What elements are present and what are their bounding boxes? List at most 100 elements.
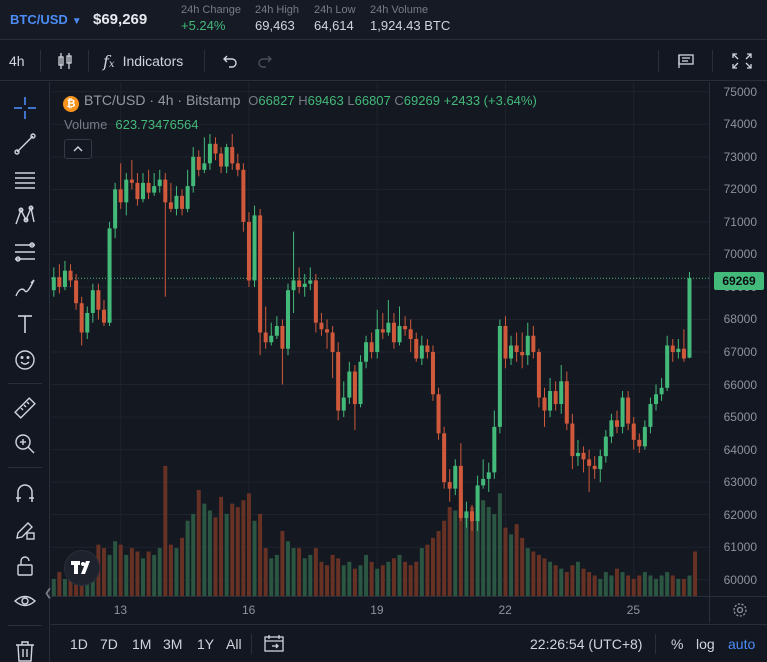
- range-1d[interactable]: 1D: [70, 636, 88, 652]
- candle-body: [648, 404, 653, 427]
- unlock-icon: [17, 556, 33, 576]
- crosshair-tool[interactable]: [11, 94, 39, 122]
- volume-bar: [581, 568, 586, 596]
- candle-body: [614, 420, 619, 427]
- text-tool[interactable]: [11, 310, 39, 338]
- pattern-tool[interactable]: [11, 202, 39, 230]
- candle-body: [553, 391, 558, 405]
- lock-tool[interactable]: [11, 552, 39, 580]
- undo-icon: [223, 55, 237, 68]
- volume-value: 623.73476564: [115, 117, 199, 132]
- trash-icon: [16, 641, 34, 662]
- candle-body: [196, 156, 201, 170]
- price-tick-label: 72000: [723, 182, 757, 197]
- bottom-bar: 1D 7D 1M 3M 1Y All 22:26:54 (UTC+8) % lo…: [51, 624, 767, 662]
- axis-settings[interactable]: [709, 596, 767, 623]
- candle-body: [587, 459, 592, 466]
- volume-bar: [219, 496, 224, 596]
- candle-body: [308, 280, 313, 284]
- stat-24h-change: 24h Change +5.24%: [181, 4, 241, 33]
- trend-line-tool[interactable]: [11, 130, 39, 158]
- symbol-label: BTC/USD: [10, 12, 68, 27]
- volume-bar: [274, 554, 279, 596]
- magnet-tool[interactable]: [11, 480, 39, 508]
- stat-value: +5.24%: [181, 18, 226, 33]
- measure-tool[interactable]: [11, 394, 39, 422]
- visibility-tool[interactable]: [11, 587, 39, 615]
- brush-tool[interactable]: [11, 274, 39, 302]
- volume-bar: [191, 513, 196, 596]
- candle-body: [274, 325, 279, 336]
- volume-bar: [369, 561, 374, 596]
- candle-body: [347, 371, 352, 398]
- candle-body: [570, 423, 575, 457]
- time-tick-label: 25: [626, 603, 641, 617]
- candle-body: [559, 381, 564, 405]
- symbol-selector[interactable]: BTC/USD ▼: [10, 12, 82, 27]
- range-1y[interactable]: 1Y: [197, 636, 214, 652]
- chart-pane[interactable]: [51, 82, 709, 596]
- volume-bar: [615, 568, 619, 596]
- fib-tool[interactable]: [11, 238, 39, 266]
- tradingview-logo[interactable]: [64, 550, 100, 586]
- indicators-button[interactable]: fx Indicators: [103, 41, 183, 81]
- indicators-label: Indicators: [122, 53, 184, 69]
- percent-toggle[interactable]: %: [671, 636, 683, 652]
- legend-close: 69269: [403, 93, 440, 108]
- auto-scale-toggle[interactable]: auto: [728, 636, 755, 652]
- candle-body: [57, 277, 62, 287]
- edit-tool[interactable]: [11, 516, 39, 544]
- candle-type-button[interactable]: [56, 41, 74, 81]
- interval-button[interactable]: 4h: [9, 41, 25, 81]
- range-1m[interactable]: 1M: [132, 636, 151, 652]
- volume-bar: [129, 548, 134, 596]
- volume-bar: [687, 575, 692, 596]
- volume-bar: [654, 578, 659, 596]
- price-tick-label: 63000: [723, 475, 757, 490]
- redo-button[interactable]: [257, 41, 275, 81]
- volume-bar: [637, 575, 642, 596]
- collapse-legend-button[interactable]: [64, 139, 92, 159]
- candle-body: [358, 361, 363, 405]
- candle-body: [113, 189, 118, 229]
- fullscreen-button[interactable]: [731, 41, 753, 81]
- candle-body: [470, 511, 475, 522]
- stat-label: 24h Change: [181, 4, 241, 16]
- horizontal-lines-tool[interactable]: [11, 166, 39, 194]
- range-3m[interactable]: 3M: [163, 636, 182, 652]
- range-all[interactable]: All: [226, 636, 242, 652]
- clock[interactable]: 22:26:54 (UTC+8): [530, 636, 642, 652]
- volume-bar: [548, 561, 553, 596]
- volume-bar: [648, 575, 653, 596]
- candle-body: [525, 335, 530, 356]
- volume-bar: [436, 531, 441, 596]
- volume-bar: [230, 503, 235, 596]
- undo-button[interactable]: [220, 41, 238, 81]
- legend-low-label: L: [347, 93, 355, 108]
- range-7d[interactable]: 7D: [100, 636, 118, 652]
- candle-body: [174, 195, 179, 209]
- legend-low: 66807: [354, 93, 391, 108]
- legend-interval: 4h: [157, 92, 174, 108]
- time-tick-label: 22: [498, 603, 512, 617]
- candle-body: [670, 345, 675, 353]
- zoom-tool[interactable]: [11, 430, 39, 458]
- emoji-tool[interactable]: [11, 346, 39, 374]
- candle-body: [74, 280, 79, 304]
- price-axis[interactable]: 7500074000730007200071000700006900068000…: [709, 82, 767, 596]
- log-toggle[interactable]: log: [696, 636, 715, 652]
- candle-body: [380, 329, 385, 333]
- date-range-button[interactable]: [263, 633, 285, 658]
- volume-bar: [297, 548, 302, 596]
- screenshot-button[interactable]: [676, 41, 696, 81]
- candle-body: [497, 325, 502, 427]
- stat-24h-low: 24h Low 64,614: [314, 4, 356, 33]
- time-axis[interactable]: 13 16 19 22 25: [51, 596, 709, 623]
- volume-bar: [341, 565, 346, 596]
- candle-body: [458, 465, 463, 518]
- delete-tool[interactable]: [11, 637, 39, 662]
- candle-body: [180, 195, 185, 209]
- candle-body: [492, 426, 497, 473]
- ruler-icon: [14, 397, 36, 419]
- stat-24h-high: 24h High 69,463: [255, 4, 299, 33]
